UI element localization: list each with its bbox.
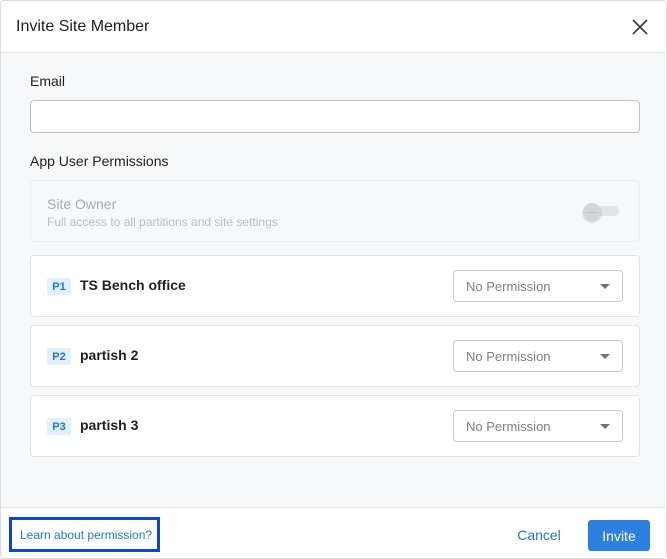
dialog-header: Invite Site Member	[1, 1, 666, 53]
toggle-knob	[583, 203, 601, 221]
partition-row: P2 partish 2 No Permission	[30, 325, 640, 387]
email-field[interactable]	[30, 100, 640, 133]
invite-site-member-dialog: Invite Site Member Email App User Permis…	[0, 0, 667, 559]
partition-name: partish 2	[80, 347, 139, 363]
permission-select-value: No Permission	[466, 349, 551, 364]
invite-button[interactable]: Invite	[588, 520, 650, 551]
partition-name: TS Bench office	[80, 277, 186, 293]
site-owner-toggle[interactable]	[583, 203, 619, 221]
partition-row: P3 partish 3 No Permission	[30, 395, 640, 457]
partition-permission-select[interactable]: No Permission	[453, 270, 623, 302]
permission-select-value: No Permission	[466, 419, 551, 434]
partition-permission-select[interactable]: No Permission	[453, 340, 623, 372]
close-icon	[632, 19, 648, 35]
partition-badge: P3	[47, 418, 71, 435]
partition-badge: P1	[47, 278, 71, 295]
cancel-button[interactable]: Cancel	[506, 520, 572, 550]
dialog-body: Email App User Permissions Site Owner Fu…	[1, 53, 666, 507]
learn-about-permission-link[interactable]: Learn about permission?	[9, 517, 160, 552]
partition-name: partish 3	[80, 417, 139, 433]
partition-badge: P2	[47, 348, 71, 365]
permission-select-value: No Permission	[466, 279, 551, 294]
chevron-down-icon	[600, 424, 610, 429]
chevron-down-icon	[600, 354, 610, 359]
site-owner-title: Site Owner	[47, 196, 117, 212]
permissions-label: App User Permissions	[30, 153, 169, 169]
site-owner-description: Full access to all partitions and site s…	[47, 215, 278, 229]
partition-permission-select[interactable]: No Permission	[453, 410, 623, 442]
partition-row: P1 TS Bench office No Permission	[30, 255, 640, 317]
dialog-footer: Learn about permission? Cancel Invite	[1, 507, 666, 558]
chevron-down-icon	[600, 284, 610, 289]
email-label: Email	[30, 73, 66, 89]
dialog-title: Invite Site Member	[16, 17, 150, 35]
site-owner-card: Site Owner Full access to all partitions…	[30, 180, 640, 242]
close-button[interactable]	[630, 17, 650, 37]
